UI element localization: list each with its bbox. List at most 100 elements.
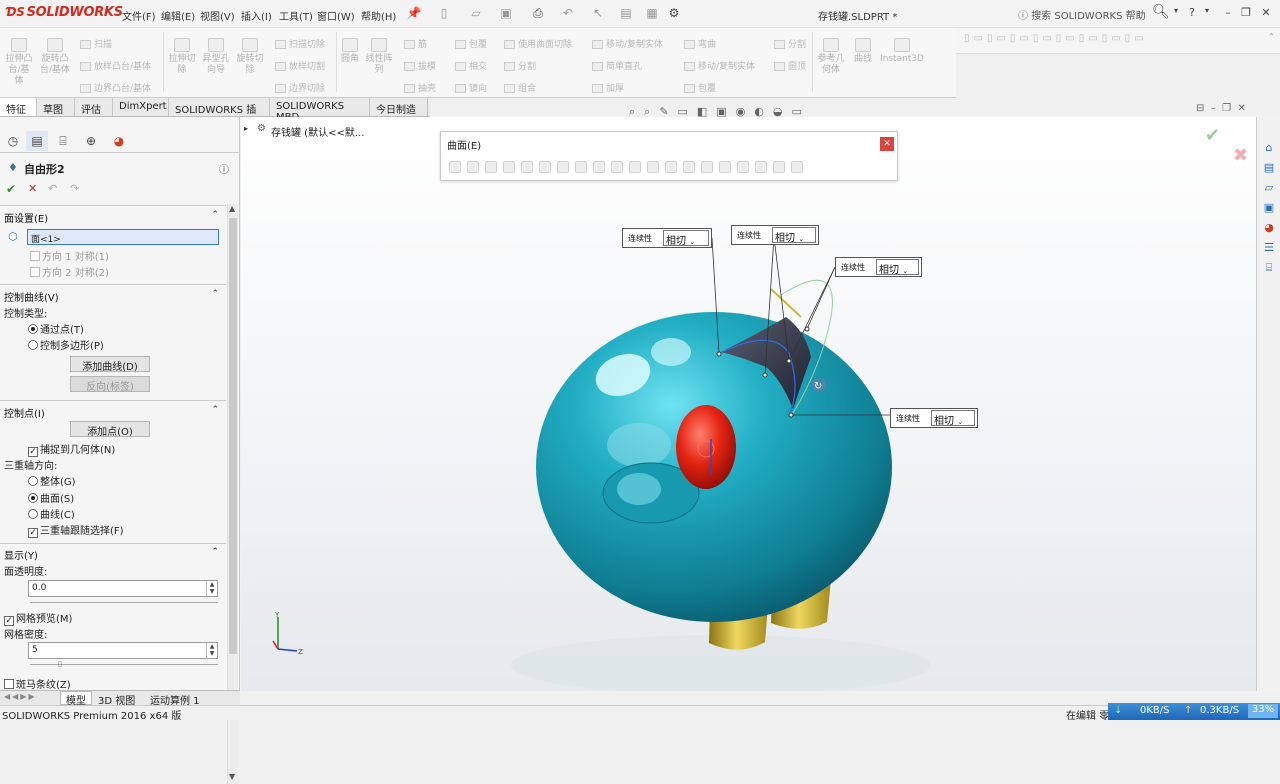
- revolve-cut-button[interactable]: 旋转切除: [236, 38, 264, 76]
- slider-thumb[interactable]: ▯: [58, 660, 62, 668]
- tab-evaluate[interactable]: 评估: [75, 98, 113, 116]
- collapse-caret-icon[interactable]: ⌃: [211, 547, 219, 557]
- wrap2-button[interactable]: 包覆: [684, 81, 716, 94]
- boundary-boss-button[interactable]: 边界凸台/基体: [80, 81, 151, 94]
- draft-button[interactable]: 拔模: [404, 59, 436, 72]
- sweep-button[interactable]: 扫描: [80, 37, 112, 50]
- popup-close-button[interactable]: ✕: [880, 137, 894, 151]
- mirror-button[interactable]: 镜向: [455, 81, 487, 94]
- cancel-x-icon[interactable]: ✕: [28, 182, 37, 195]
- mesh-preview-checkbox[interactable]: ✓ 网格预览(M): [4, 610, 72, 626]
- tab-mbd[interactable]: SOLIDWORKS MBD: [270, 98, 370, 123]
- reverse-button[interactable]: 反向(标签): [70, 376, 150, 393]
- thicken-button[interactable]: 加厚: [592, 81, 624, 94]
- tab-sketch[interactable]: 草图: [37, 98, 75, 116]
- tab-model[interactable]: 模型: [60, 691, 92, 707]
- options-gear-icon[interactable]: ⚙: [666, 6, 682, 22]
- combine-button[interactable]: 组合: [504, 81, 536, 94]
- flex-button[interactable]: 弯曲: [684, 37, 716, 50]
- transparency-spinner[interactable]: ▲ ▼: [206, 581, 217, 597]
- open-icon[interactable]: ▱: [468, 6, 484, 22]
- home-icon[interactable]: ⌂: [1261, 141, 1277, 157]
- solidworks-logo[interactable]: ƊS SOLIDWORKS: [6, 5, 123, 20]
- transparency-input[interactable]: 0.0 ▲ ▼: [28, 580, 218, 597]
- wrap-button[interactable]: 包覆: [455, 37, 487, 50]
- menu-edit[interactable]: 编辑(E): [161, 8, 195, 23]
- appearances-icon[interactable]: ◕: [1261, 221, 1277, 237]
- control-polygon-radio[interactable]: 控制多边形(P): [28, 337, 104, 352]
- menu-insert[interactable]: 插入(I): [241, 8, 272, 23]
- tab-manufacturing[interactable]: 今日制造: [370, 98, 428, 116]
- collapse-caret-icon[interactable]: ⌃: [211, 289, 219, 299]
- property-manager-icon[interactable]: ▤: [26, 131, 48, 151]
- close-button[interactable]: ✕: [1258, 6, 1274, 22]
- continuity-callout-3[interactable]: 连续性 相切 ⌄: [835, 257, 922, 277]
- help-circle-icon[interactable]: ⓘ: [219, 161, 229, 176]
- menu-view[interactable]: 视图(V): [200, 8, 235, 23]
- ok-check-icon[interactable]: ✔: [6, 182, 16, 196]
- undo-icon[interactable]: ↶: [560, 6, 576, 22]
- help-search-input[interactable]: ⓘ 搜索 SOLIDWORKS 帮助: [1014, 4, 1154, 24]
- menu-help[interactable]: 帮助(H): [361, 8, 396, 23]
- collapse-caret-icon[interactable]: ⌃: [211, 210, 219, 220]
- help-chevron-icon[interactable]: ▾: [1199, 6, 1215, 22]
- continuity-select[interactable]: 相切 ⌄: [663, 230, 709, 247]
- save-icon[interactable]: ▣: [498, 6, 514, 22]
- tab-addins[interactable]: SOLIDWORKS 插件: [169, 98, 270, 131]
- mesh-density-spinner[interactable]: ▲ ▼: [206, 643, 217, 659]
- loft-boss-button[interactable]: 放样凸台/基体: [80, 59, 151, 72]
- collapse-chevron-icon[interactable]: ⌃: [1268, 32, 1275, 41]
- undo-icon[interactable]: ↶: [48, 182, 57, 195]
- surface-tool-icons[interactable]: [449, 161, 809, 176]
- surface-toolbar-popup[interactable]: 曲面(E) ✕: [440, 131, 898, 181]
- triad-follow-checkbox[interactable]: ✓ 三重轴跟随选择(F): [28, 522, 124, 538]
- continuity-callout-4[interactable]: 连续性 相切 ⌄: [890, 408, 978, 428]
- forum-icon[interactable]: ⌸: [1261, 261, 1277, 277]
- control-curves-header[interactable]: 控制曲线(V): [4, 289, 59, 304]
- instant3d-button[interactable]: Instant3D: [880, 38, 924, 65]
- file-explorer-icon[interactable]: ▱: [1261, 181, 1277, 197]
- menu-tools[interactable]: 工具(T): [279, 8, 313, 23]
- surface-radio[interactable]: 曲面(S): [28, 490, 74, 505]
- vp-minimize-icon[interactable]: –: [1211, 103, 1216, 114]
- feature-tree-icon[interactable]: ◷: [2, 131, 24, 151]
- boundary-cut-button[interactable]: 边界切除: [275, 81, 325, 94]
- vp-restore-icon[interactable]: ❐: [1222, 103, 1231, 114]
- move-copy-body2-button[interactable]: 移动/复制实体: [684, 59, 755, 72]
- control-points-header[interactable]: 控制点(I): [4, 405, 45, 420]
- simple-hole-button[interactable]: 简单直孔: [592, 59, 642, 72]
- extrude-boss-button[interactable]: 拉伸凸台/基体: [4, 38, 34, 87]
- global-radio[interactable]: 整体(G): [28, 473, 76, 488]
- tab-scroll-arrows[interactable]: ◀◀▶▶: [4, 692, 37, 701]
- move-copy-body-button[interactable]: 移动/复制实体: [592, 37, 663, 50]
- mesh-density-input[interactable]: 5 ▲ ▼: [28, 642, 218, 659]
- extrude-cut-button[interactable]: 拉伸切除: [168, 38, 196, 76]
- menu-file[interactable]: 文件(F): [122, 8, 156, 23]
- scroll-down-icon[interactable]: ▼: [229, 772, 235, 781]
- cut-with-surface-button[interactable]: 使用曲面切除: [504, 37, 572, 50]
- pin-icon[interactable]: 📌: [406, 6, 422, 22]
- sweep-cut-button[interactable]: 扫描切除: [275, 37, 325, 50]
- chevron-down-icon[interactable]: ▾: [1168, 6, 1184, 22]
- display-manager-icon[interactable]: ◕: [108, 131, 130, 151]
- resources-icon[interactable]: ▤: [1261, 161, 1277, 177]
- help-question-icon[interactable]: ?: [1184, 6, 1200, 22]
- face-settings-header[interactable]: 面设置(E): [4, 210, 48, 225]
- loft-cut-button[interactable]: 放样切割: [275, 59, 325, 72]
- revolve-boss-button[interactable]: 旋转凸台/基体: [38, 38, 72, 76]
- file-props-icon[interactable]: ▦: [644, 6, 660, 22]
- curve-radio[interactable]: 曲线(C): [28, 506, 75, 521]
- rib-button[interactable]: 筋: [404, 37, 427, 50]
- fillet-button[interactable]: 圆角: [340, 38, 360, 65]
- config-manager-icon[interactable]: ⌸: [52, 131, 74, 151]
- add-curve-button[interactable]: 添加曲线(D): [70, 356, 150, 373]
- tab-dimxpert[interactable]: DimXpert: [113, 98, 169, 116]
- scroll-up-icon[interactable]: ▲: [229, 204, 235, 213]
- continuity-callout-2[interactable]: 连续性 相切 ⌄: [731, 225, 819, 245]
- shell-button[interactable]: 抽壳: [404, 81, 436, 94]
- curves-button[interactable]: 曲线: [850, 38, 876, 65]
- linear-pattern-button[interactable]: 线性阵列: [364, 38, 394, 76]
- redo-icon[interactable]: ↷: [70, 182, 79, 195]
- custom-properties-icon[interactable]: ☰: [1261, 241, 1277, 257]
- tile-icon[interactable]: ⊟: [1196, 103, 1204, 114]
